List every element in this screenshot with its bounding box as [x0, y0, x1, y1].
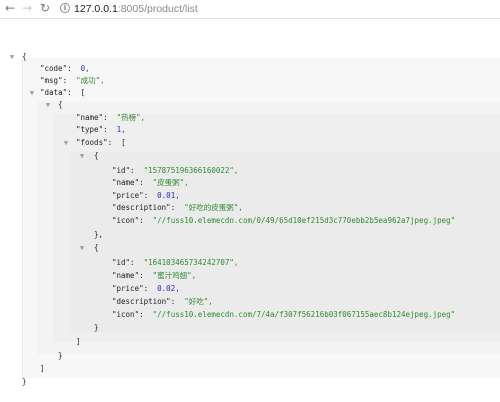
json-key: "data":	[40, 88, 72, 97]
json-number: 0.01,	[157, 191, 180, 200]
collapse-data-item-icon[interactable]: ▼	[44, 99, 52, 111]
json-key: "name":	[76, 113, 108, 122]
json-key: "code":	[40, 64, 72, 73]
json-viewer: ▼ { "code": 0, "msg": "成功", ▼ "data": [ …	[0, 18, 500, 402]
json-key: "price":	[112, 284, 149, 293]
back-arrow-icon[interactable]: ←	[3, 1, 17, 15]
collapse-data-icon[interactable]: ▼	[28, 87, 36, 99]
json-line-food-icon: "icon": "//fuss10.elemecdn.com/7/4a/f307…	[112, 309, 455, 321]
json-line-type: "type": 1,	[76, 124, 126, 136]
json-line: }	[94, 323, 99, 332]
json-key: "id":	[112, 166, 135, 175]
json-key: "icon":	[112, 216, 144, 225]
json-line: ]	[76, 337, 81, 346]
json-line: {	[58, 100, 63, 109]
url-host: 127.0.0.1	[74, 3, 118, 15]
json-key: "type":	[76, 125, 108, 134]
address-bar[interactable]: 127.0.0.1:8005/product/list	[74, 2, 198, 16]
json-string: "157875196366160022",	[143, 166, 239, 175]
collapse-root-icon[interactable]: ▼	[8, 51, 16, 63]
reload-icon[interactable]: ↻	[38, 1, 52, 15]
json-line-food-icon: "icon": "//fuss10.elemecdn.com/0/49/65d1…	[112, 215, 455, 227]
json-key: "msg":	[40, 76, 68, 85]
json-number: 1,	[116, 125, 126, 134]
json-key: "name":	[112, 271, 144, 280]
json-string: "成功",	[76, 76, 105, 85]
json-key: "icon":	[112, 310, 144, 319]
json-url-string[interactable]: "//fuss10.elemecdn.com/0/49/65d10ef215d3…	[153, 216, 456, 225]
forward-arrow-icon[interactable]: →	[20, 1, 34, 15]
json-line-food-description: "description": "好吃的皮蛋粥",	[112, 202, 243, 214]
collapse-foods-icon[interactable]: ▼	[62, 137, 70, 149]
json-line: ]	[40, 364, 45, 373]
collapse-food-1-icon[interactable]: ▼	[78, 150, 86, 162]
json-line: }	[22, 377, 27, 386]
json-string: "热榜",	[116, 113, 146, 122]
json-key: "foods":	[76, 138, 113, 147]
collapse-food-2-icon[interactable]: ▼	[78, 242, 86, 254]
url-path: :8005/product/list	[117, 3, 198, 15]
json-number: 0,	[80, 64, 90, 73]
json-line: {	[22, 52, 27, 61]
json-line-food-price: "price": 0.02,	[112, 283, 180, 295]
json-key: "id":	[112, 258, 135, 267]
json-line: },	[94, 230, 104, 239]
json-key: "name":	[112, 178, 144, 187]
json-string: "蜜汁鸡翅",	[152, 271, 197, 280]
json-line: {	[94, 243, 99, 252]
json-line-code: "code": 0,	[40, 63, 90, 75]
json-line-name: "name": "热榜",	[76, 112, 145, 124]
browser-toolbar: ← → ↻ i 127.0.0.1:8005/product/list	[0, 0, 500, 19]
json-line-food-id: "id": "164103465734242707",	[112, 257, 238, 269]
site-info-icon[interactable]: i	[60, 3, 70, 13]
json-line-msg: "msg": "成功",	[40, 75, 105, 87]
json-key: "description":	[112, 203, 176, 212]
json-string: "164103465734242707",	[143, 258, 239, 267]
json-key: "price":	[112, 191, 149, 200]
json-line-foods: "foods": [	[76, 138, 126, 147]
json-line-food-name: "name": "皮蛋粥",	[112, 177, 189, 189]
json-string: "好吃的皮蛋粥",	[184, 203, 243, 212]
json-url-string[interactable]: "//fuss10.elemecdn.com/7/4a/f307f56216b0…	[153, 310, 456, 319]
json-key: "description":	[112, 297, 176, 306]
json-line-food-description: "description": "好吃",	[112, 296, 213, 308]
json-number: 0.02,	[157, 284, 180, 293]
json-line-food-id: "id": "157875196366160022",	[112, 165, 238, 177]
json-line-data: "data": [	[40, 88, 86, 97]
json-string: "皮蛋粥",	[152, 178, 189, 187]
json-line-food-name: "name": "蜜汁鸡翅",	[112, 270, 196, 282]
json-line: }	[58, 351, 63, 360]
json-line: {	[94, 151, 99, 160]
json-line-food-price: "price": 0.01,	[112, 190, 180, 202]
json-string: "好吃",	[184, 297, 213, 306]
